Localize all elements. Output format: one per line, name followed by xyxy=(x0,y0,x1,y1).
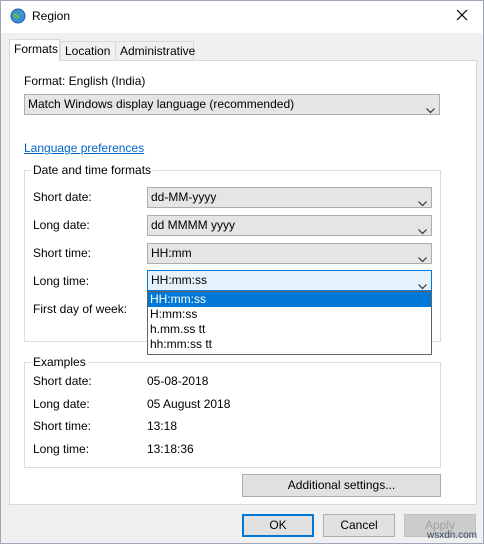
long-date-select[interactable]: dd MMMM yyyy xyxy=(147,215,432,236)
long-time-option[interactable]: hh:mm:ss tt xyxy=(148,337,431,352)
tab-label: Location xyxy=(65,44,111,58)
close-button[interactable] xyxy=(441,1,483,31)
short-date-select[interactable]: dd-MM-yyyy xyxy=(147,187,432,208)
example-long-time-value: 13:18:36 xyxy=(147,442,194,456)
window-title: Region xyxy=(32,9,71,23)
short-time-value: HH:mm xyxy=(151,246,192,260)
example-short-time-value: 13:18 xyxy=(147,419,178,433)
short-time-label: Short time: xyxy=(33,246,92,260)
chevron-down-icon xyxy=(418,222,427,235)
short-date-label: Short date: xyxy=(33,190,92,204)
format-select-value: Match Windows display language (recommen… xyxy=(28,97,295,111)
tab-administrative[interactable]: Administrative xyxy=(115,41,196,61)
ok-button[interactable]: OK xyxy=(242,514,314,537)
long-time-option[interactable]: h.mm.ss tt xyxy=(148,322,431,337)
close-icon xyxy=(456,9,468,24)
long-time-label: Long time: xyxy=(33,274,90,288)
tab-location[interactable]: Location xyxy=(60,41,116,61)
group-title: Date and time formats xyxy=(31,163,154,177)
example-short-date-value: 05-08-2018 xyxy=(147,374,209,388)
long-date-value: dd MMMM yyyy xyxy=(151,218,235,232)
globe-icon xyxy=(10,8,26,24)
example-long-date-value: 05 August 2018 xyxy=(147,397,231,411)
example-long-date-label: Long date: xyxy=(33,397,90,411)
long-time-select[interactable]: HH:mm:ss xyxy=(147,270,432,291)
first-day-of-week-label: First day of week: xyxy=(33,302,128,316)
short-date-value: dd-MM-yyyy xyxy=(151,190,217,204)
region-dialog: Region Formats Location Administrative F… xyxy=(0,0,484,544)
chevron-down-icon xyxy=(418,277,427,290)
example-short-time-label: Short time: xyxy=(33,419,92,433)
long-time-option[interactable]: H:mm:ss xyxy=(148,307,431,322)
long-date-label: Long date: xyxy=(33,218,90,232)
chevron-down-icon xyxy=(426,101,435,114)
tab-label: Formats xyxy=(14,42,59,56)
watermark: wsxdn.com xyxy=(426,530,477,541)
long-time-value: HH:mm:ss xyxy=(151,273,207,287)
format-select[interactable]: Match Windows display language (recommen… xyxy=(24,94,440,115)
language-preferences-link[interactable]: Language preferences xyxy=(24,141,144,155)
example-short-date-label: Short date: xyxy=(33,374,92,388)
tab-formats[interactable]: Formats xyxy=(9,39,60,61)
long-time-option[interactable]: HH:mm:ss xyxy=(148,292,431,307)
cancel-button[interactable]: Cancel xyxy=(323,514,395,537)
chevron-down-icon xyxy=(418,250,427,263)
additional-settings-button[interactable]: Additional settings... xyxy=(242,474,441,497)
tab-label: Administrative xyxy=(120,44,196,58)
short-time-select[interactable]: HH:mm xyxy=(147,243,432,264)
group-title: Examples xyxy=(31,355,88,369)
format-label: Format: English (India) xyxy=(24,74,146,88)
title-bar[interactable]: Region xyxy=(1,1,483,33)
example-long-time-label: Long time: xyxy=(33,442,90,456)
long-time-dropdown-list: HH:mm:ss H:mm:ss h.mm.ss tt hh:mm:ss tt xyxy=(147,291,432,355)
chevron-down-icon xyxy=(418,194,427,207)
